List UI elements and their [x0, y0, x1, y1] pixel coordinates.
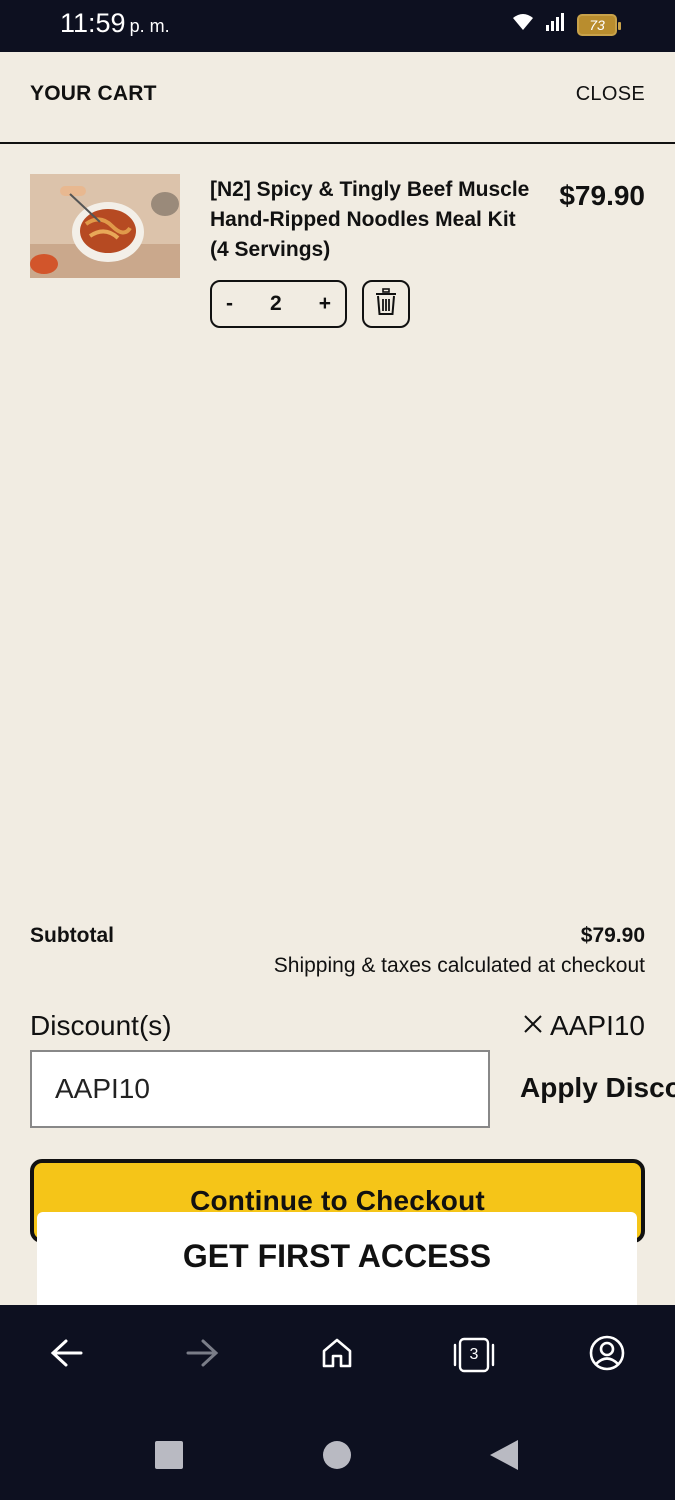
discount-label: Discount(s): [30, 1010, 172, 1041]
tabs-button[interactable]: 3: [452, 1335, 495, 1375]
subtotal-value: $79.90: [580, 924, 645, 947]
trash-icon: [374, 287, 398, 321]
product-name[interactable]: [N2] Spicy & Tingly Beef Muscle Hand-Rip…: [210, 175, 530, 265]
first-access-banner[interactable]: GET FIRST ACCESS: [37, 1212, 637, 1305]
home-button[interactable]: [317, 1335, 357, 1375]
remove-discount-icon[interactable]: [522, 1010, 544, 1042]
status-time: 11:59 p. m.: [60, 8, 170, 39]
account-button[interactable]: [587, 1335, 627, 1375]
applied-discount-code: AAPI10: [550, 1010, 645, 1041]
cart-header: YOUR CART CLOSE: [0, 52, 675, 144]
status-bar: 11:59 p. m. 73: [0, 0, 675, 52]
delete-item-button[interactable]: [362, 280, 410, 328]
account-icon: [588, 1334, 626, 1377]
recents-icon[interactable]: [155, 1441, 183, 1474]
wifi-icon: [511, 12, 535, 37]
home-icon: [320, 1336, 354, 1375]
browser-toolbar: 3: [0, 1305, 675, 1410]
back-button[interactable]: [47, 1335, 87, 1375]
home-circle-icon[interactable]: [323, 1441, 351, 1474]
tabs-icon: 3: [452, 1337, 495, 1373]
clock-time: 11:59: [60, 8, 126, 38]
product-image[interactable]: [30, 174, 180, 278]
forward-button[interactable]: [182, 1335, 222, 1375]
applied-discount: AAPI10: [522, 1010, 645, 1042]
forward-arrow-icon: [185, 1338, 219, 1373]
quantity-value: 2: [270, 292, 282, 315]
increment-button[interactable]: +: [319, 292, 331, 316]
quantity-stepper: - 2 +: [210, 280, 347, 328]
back-arrow-icon: [50, 1338, 84, 1373]
shipping-note: Shipping & taxes calculated at checkout: [273, 954, 645, 977]
close-button[interactable]: CLOSE: [576, 83, 645, 106]
status-icons: 73: [511, 12, 621, 37]
discount-input[interactable]: [30, 1050, 490, 1128]
product-price: $79.90: [559, 180, 645, 211]
decrement-button[interactable]: -: [226, 292, 233, 316]
back-triangle-icon[interactable]: [490, 1440, 518, 1475]
cart-title: YOUR CART: [30, 82, 157, 105]
apply-discount-button[interactable]: Apply Discount: [520, 1072, 675, 1104]
clock-ampm: p. m.: [129, 16, 170, 36]
system-nav-bar: [0, 1410, 675, 1500]
battery-icon: 73: [577, 13, 621, 36]
subtotal-label: Subtotal: [30, 924, 114, 947]
signal-icon: [545, 12, 567, 37]
tab-count: 3: [469, 1346, 479, 1363]
